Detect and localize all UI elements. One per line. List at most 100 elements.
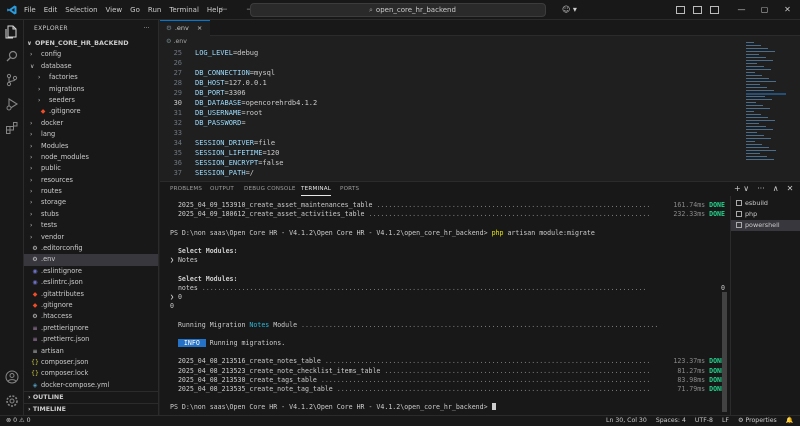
indentation[interactable]: Spaces: 4 (656, 416, 686, 426)
tree-folder[interactable]: › Modules (24, 141, 158, 152)
breadcrumb[interactable]: ⚙ .env (166, 38, 187, 45)
tab-problems[interactable]: PROBLEMS (170, 182, 202, 196)
migration-result: 83.98ms DONE (675, 375, 725, 385)
menu-terminal[interactable]: Terminal (165, 0, 203, 20)
tab-output[interactable]: OUTPUT (210, 182, 234, 196)
tree-folder[interactable]: › node_modules (24, 152, 158, 163)
maximize-panel-icon[interactable]: ∧ (773, 182, 779, 196)
toggle-secondary-sidebar-icon[interactable] (710, 6, 719, 14)
timeline-section[interactable]: › TIMELINE (24, 403, 158, 415)
menu-file[interactable]: File (20, 0, 40, 20)
manage-gear-icon[interactable] (5, 394, 19, 408)
terminal-scrollbar[interactable] (722, 292, 727, 412)
properties-button[interactable]: ⚙ Properties (738, 416, 777, 426)
run-debug-icon[interactable] (5, 97, 19, 111)
tree-file[interactable]: ≡ .prettierrc.json (24, 334, 158, 345)
terminal-name: esbuild (745, 199, 768, 207)
line-number: 37 (173, 169, 182, 177)
toggle-sidebar-icon[interactable] (676, 6, 685, 14)
project-root[interactable]: ∨ OPEN_CORE_HR_BACKEND (24, 38, 158, 49)
explorer-icon[interactable] (5, 25, 19, 39)
account-icon[interactable] (5, 370, 19, 384)
tree-item-label: .env (41, 255, 56, 264)
code-line: 25 LOG_LEVEL=debug (160, 48, 740, 58)
minimap-line (746, 93, 786, 95)
menu-run[interactable]: Run (144, 0, 165, 20)
tree-file[interactable]: ◈ docker-compose.yml (24, 380, 158, 391)
terminal-output[interactable]: 2025_04_09_153910_create_asset_maintenan… (170, 201, 725, 416)
code-editor[interactable]: 25 LOG_LEVEL=debug 26 27 DB_CONNECTION=mysql… (160, 47, 740, 179)
editor-scrollbar[interactable] (793, 38, 800, 178)
more-actions-icon[interactable]: ··· (143, 20, 150, 38)
new-terminal-button[interactable]: + ∨ (734, 182, 749, 196)
tree-file[interactable]: ◉ .eslintrc.json (24, 277, 158, 288)
tree-file[interactable]: ◆ .gitattributes (24, 289, 158, 300)
tree-item-label: stubs (41, 209, 59, 218)
menu-selection[interactable]: Selection (61, 0, 101, 20)
tree-folder[interactable]: › lang (24, 129, 158, 140)
gear-icon: ⚙ (166, 24, 172, 32)
line-ending[interactable]: LF (722, 416, 729, 426)
tree-file[interactable]: ⚙ .env (24, 254, 158, 266)
minimap[interactable] (744, 38, 792, 178)
tree-folder[interactable]: › docker (24, 118, 158, 129)
tab-terminal[interactable]: TERMINAL (301, 182, 332, 196)
close-icon[interactable]: × (197, 24, 202, 32)
env-key: DB_HOST (195, 79, 225, 87)
menu-edit[interactable]: Edit (40, 0, 62, 20)
terminal-item-esbuild[interactable]: esbuild (731, 198, 800, 209)
close-panel-icon[interactable]: ✕ (787, 182, 794, 196)
minimap-line (746, 135, 764, 136)
tree-folder[interactable]: › factories (24, 72, 158, 83)
extensions-icon[interactable] (5, 121, 19, 135)
tree-folder[interactable]: › public (24, 163, 158, 174)
search-icon[interactable] (5, 49, 19, 63)
tree-file[interactable]: ◆ .gitignore (24, 300, 158, 311)
code-line: 37 SESSION_PATH=/ (160, 168, 740, 178)
copilot-icon[interactable]: ☺ ▾ (562, 0, 577, 20)
tree-folder[interactable]: › routes (24, 186, 158, 197)
terminal-heading: Select Modules: (170, 274, 238, 283)
tree-folder[interactable]: › seeders (24, 95, 158, 106)
notifications-bell-icon[interactable]: 🔔 (786, 416, 794, 426)
tree-file[interactable]: ⚙ .htaccess (24, 311, 158, 322)
migration-result: 161.74ms DONE (671, 201, 725, 211)
close-window-button[interactable]: ✕ (776, 0, 799, 20)
terminal-item-php[interactable]: php (731, 209, 800, 220)
cursor-position[interactable]: Ln 30, Col 30 (606, 416, 647, 426)
tree-folder[interactable]: › resources (24, 175, 158, 186)
tree-file[interactable]: ◆ .gitignore (24, 106, 158, 117)
tree-item-label: tests (41, 221, 58, 230)
tree-file[interactable]: ≡ .prettierignore (24, 323, 158, 334)
menu-view[interactable]: View (102, 0, 127, 20)
tree-folder[interactable]: › migrations (24, 84, 158, 95)
tree-file[interactable]: {} composer.lock (24, 368, 158, 379)
problems-status[interactable]: ⊗ 0 ⚠ 0 (6, 416, 31, 426)
code-line: 35 SESSION_LIFETIME=120 (160, 148, 740, 158)
minimize-button[interactable]: — (730, 0, 753, 20)
tree-folder[interactable]: › stubs (24, 209, 158, 220)
tab-ports[interactable]: PORTS (340, 182, 359, 196)
tab-env[interactable]: ⚙ .env × (160, 20, 210, 36)
terminal-item-powershell[interactable]: powershell (731, 220, 800, 231)
menu-go[interactable]: Go (126, 0, 144, 20)
toggle-panel-icon[interactable] (693, 6, 702, 14)
tree-folder[interactable]: › tests (24, 220, 158, 231)
tree-file[interactable]: {} composer.json (24, 357, 158, 368)
tree-folder[interactable]: › config (24, 49, 158, 60)
outline-section[interactable]: › OUTLINE (24, 391, 158, 403)
maximize-button[interactable]: ▢ (753, 0, 776, 20)
tree-file[interactable]: ≡ artisan (24, 346, 158, 357)
tree-file[interactable]: ⚙ .editorconfig (24, 243, 158, 254)
command-center-search[interactable]: ⌕ open_core_hr_backend (250, 3, 546, 17)
source-control-icon[interactable] (5, 73, 19, 87)
line-number: 34 (173, 139, 182, 147)
more-actions-icon[interactable]: ··· (757, 182, 765, 196)
tree-folder[interactable]: › storage (24, 197, 158, 208)
encoding[interactable]: UTF-8 (695, 416, 713, 426)
search-icon: ⌕ (369, 6, 373, 14)
tree-folder[interactable]: › vendor (24, 232, 158, 243)
tree-file[interactable]: ◉ .eslintignore (24, 266, 158, 277)
tab-debug-console[interactable]: DEBUG CONSOLE (244, 182, 296, 196)
tree-folder[interactable]: ∨ database (24, 61, 158, 72)
